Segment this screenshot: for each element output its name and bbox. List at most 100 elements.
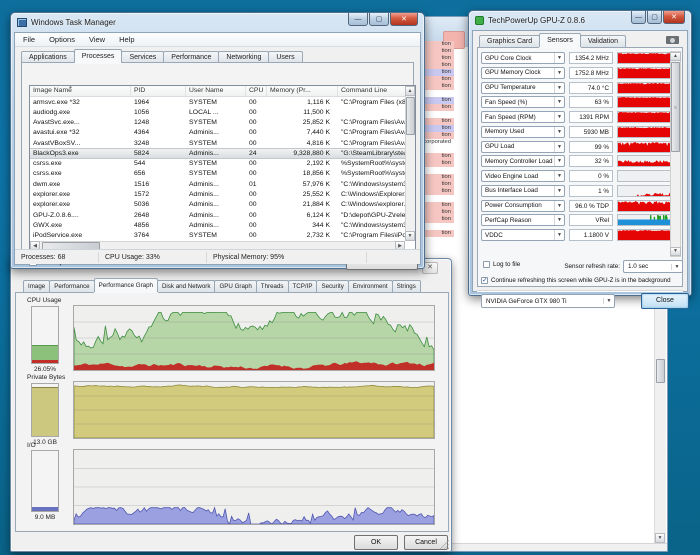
scroll-down-button[interactable]: ▼	[670, 247, 681, 256]
menu-view[interactable]: View	[83, 34, 111, 45]
column-header-image-name[interactable]: Image Name	[30, 86, 131, 96]
process-row[interactable]: GWX.exe4856Adminis...00344 K"C:\Windows\…	[30, 220, 405, 230]
tab-environment[interactable]: Environment	[348, 280, 393, 292]
tab-performance[interactable]: Performance	[49, 280, 94, 292]
private-bytes-label: Private Bytes	[27, 374, 65, 381]
tab-security[interactable]: Security	[316, 280, 348, 292]
sensor-select-memory-controller-load[interactable]: Memory Controller Load▼	[481, 155, 565, 167]
sensor-select-fan-speed[interactable]: Fan Speed (%)▼	[481, 96, 565, 108]
menu-options[interactable]: Options	[43, 34, 81, 45]
sensor-select-power-consumption[interactable]: Power Consumption▼	[481, 200, 565, 212]
sort-caret-icon: ▲	[68, 85, 73, 90]
close-button[interactable]: ✕	[390, 13, 418, 26]
cell: SYSTEM	[186, 140, 246, 147]
process-row[interactable]: dwm.exe1516Adminis...0157,976 K"C:\Windo…	[30, 179, 405, 189]
tab-strings[interactable]: Strings	[392, 280, 421, 292]
task-manager-titlebar[interactable]: Windows Task Manager — ▢ ✕	[11, 13, 424, 31]
menu-help[interactable]: Help	[113, 34, 140, 45]
background-scrollbar[interactable]: ▼	[654, 303, 666, 543]
cell: 00	[246, 201, 267, 208]
refresh-rate-dropdown[interactable]: 1.0 sec ▼	[623, 260, 683, 273]
menu-file[interactable]: File	[17, 34, 41, 45]
process-row[interactable]: csrss.exe656SYSTEM0018,856 K%SystemRoot%…	[30, 169, 405, 179]
sensor-value: 5930 MB	[569, 126, 613, 138]
tab-threads[interactable]: Threads	[256, 280, 289, 292]
column-header-pid[interactable]: PID	[131, 86, 186, 96]
process-row[interactable]: explorer.exe5036Adminis...0021,884 KC:\W…	[30, 200, 405, 210]
process-row[interactable]: avastui.exe *324364Adminis...007,440 K"C…	[30, 128, 405, 138]
column-header-cpu[interactable]: CPU	[246, 86, 267, 96]
desktop: tiontiontiontiontiontiontiontiontiontion…	[0, 0, 700, 555]
process-properties-dialog: ✕ ImagePerformancePerformance GraphDisk …	[10, 258, 452, 552]
cell: csrss.exe	[30, 170, 131, 177]
process-row[interactable]: GPU-Z.0.8.6....2648Adminis...006,124 K"D…	[30, 210, 405, 220]
continue-refresh-checkbox[interactable]: ✓	[481, 277, 488, 284]
cell: Adminis...	[186, 212, 246, 219]
close-button[interactable]: ✕	[663, 11, 685, 24]
scroll-down-button[interactable]: ▼	[655, 533, 665, 543]
scrollbar-thumb[interactable]	[406, 97, 415, 135]
cell: 00	[246, 222, 267, 229]
tab-tcp-ip[interactable]: TCP/IP	[288, 280, 318, 292]
process-row-selected[interactable]: BlackOps3.exe5824Adminis...249,328,880 K…	[30, 148, 405, 158]
tab-sensors[interactable]: Sensors	[539, 33, 581, 47]
scrollbar-thumb[interactable]	[656, 359, 665, 383]
sensor-select-vddc[interactable]: VDDC▼	[481, 229, 565, 241]
process-list-vscrollbar[interactable]: ▲ ▼	[405, 86, 415, 241]
resize-grip[interactable]	[440, 540, 449, 549]
cpu-gauge-value: 26.05%	[25, 366, 65, 373]
ok-button[interactable]: OK	[354, 535, 398, 550]
sensor-select-gpu-core-clock[interactable]: GPU Core Clock▼	[481, 52, 565, 64]
sensors-scrollbar[interactable]: ▲ ≡ ▼	[670, 51, 681, 257]
gpu-device-dropdown[interactable]: NVIDIA GeForce GTX 980 Ti ▼	[481, 294, 615, 308]
log-to-file-checkbox[interactable]	[483, 261, 490, 268]
cpu-usage-label: CPU Usage	[27, 297, 61, 304]
column-header-user-name[interactable]: User Name	[186, 86, 246, 96]
sensor-graph	[617, 82, 674, 94]
sensor-name: GPU Memory Clock	[482, 69, 554, 76]
sensor-select-gpu-memory-clock[interactable]: GPU Memory Clock▼	[481, 67, 565, 79]
cell: C:\Windows\explorer.exe /factory,{ceff45…	[338, 201, 405, 208]
cell: 3764	[131, 232, 186, 239]
process-row[interactable]: AvastSvc.exe...1248SYSTEM0025,852 K"C:\P…	[30, 118, 405, 128]
gpu-device-name: NVIDIA GeForce GTX 980 Ti	[482, 298, 603, 305]
sensor-select-video-engine-load[interactable]: Video Engine Load▼	[481, 170, 565, 182]
scrollbar-thumb[interactable]: ≡	[671, 62, 680, 152]
sensor-select-fan-speed-rpm[interactable]: Fan Speed (RPM)▼	[481, 111, 565, 123]
minimize-button[interactable]: —	[631, 11, 646, 24]
minimize-button[interactable]: —	[348, 13, 368, 26]
sensor-select-memory-used[interactable]: Memory Used▼	[481, 126, 565, 138]
tab-image[interactable]: Image	[23, 280, 50, 292]
scroll-up-button[interactable]: ▲	[405, 86, 415, 96]
sensor-select-gpu-load[interactable]: GPU Load▼	[481, 141, 565, 153]
chevron-down-icon: ▼	[554, 156, 564, 166]
process-row[interactable]: csrss.exe544SYSTEM002,192 K%SystemRoot%\…	[30, 159, 405, 169]
divider	[477, 290, 683, 291]
scroll-down-button[interactable]: ▼	[405, 231, 415, 241]
sensor-select-bus-interface-load[interactable]: Bus Interface Load▼	[481, 185, 565, 197]
sensor-value: 63 %	[569, 96, 613, 108]
process-row[interactable]: AvastVBoxSV...3248SYSTEM004,816 K"C:\Pro…	[30, 138, 405, 148]
scroll-up-button[interactable]: ▲	[670, 52, 681, 61]
sensor-value: 1 %	[569, 185, 613, 197]
status-item: CPU Usage: 33%	[99, 252, 207, 263]
refresh-rate-value: 1.0 sec	[624, 263, 671, 270]
tab-disk-and-network[interactable]: Disk and Network	[157, 280, 216, 292]
tab-gpu-graph[interactable]: GPU Graph	[214, 280, 256, 292]
process-row[interactable]: iPodService.exe3764SYSTEM002,732 K"C:\Pr…	[30, 230, 405, 240]
process-row[interactable]: armsvc.exe *321964SYSTEM001,116 K"C:\Pro…	[30, 97, 405, 107]
process-row[interactable]: explorer.exe1572Adminis...0025,552 KC:\W…	[30, 189, 405, 199]
gpuz-titlebar[interactable]: TechPowerUp GPU-Z 0.8.6 — ▢ ✕	[469, 11, 691, 29]
sensor-select-perfcap-reason[interactable]: PerfCap Reason▼	[481, 214, 565, 226]
tab-performance-graph[interactable]: Performance Graph	[94, 278, 158, 292]
tab-processes[interactable]: Processes	[74, 49, 123, 63]
gpuz-close-button[interactable]: Close	[641, 293, 689, 309]
process-list: ▲ Image NamePIDUser NameCPUMemory (Pr...…	[29, 85, 416, 252]
column-header-memory-pr[interactable]: Memory (Pr...	[267, 86, 338, 96]
sensor-select-gpu-temperature[interactable]: GPU Temperature▼	[481, 82, 565, 94]
chevron-down-icon: ▼	[554, 112, 564, 122]
maximize-button[interactable]: ▢	[369, 13, 389, 26]
cell: 00	[246, 140, 267, 147]
process-row[interactable]: audiodg.exe1056LOCAL ...0011,500 K	[30, 107, 405, 117]
maximize-button[interactable]: ▢	[647, 11, 662, 24]
